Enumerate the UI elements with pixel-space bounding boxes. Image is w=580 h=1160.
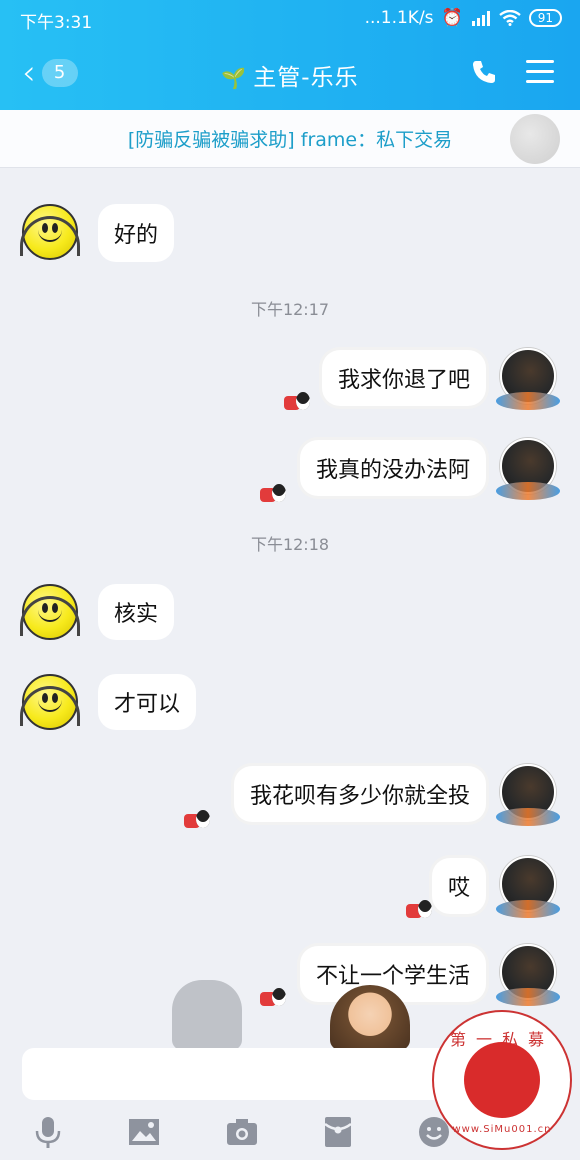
menu-icon[interactable] [526,60,554,84]
alarm-icon: ⏰ [441,8,463,28]
battery-icon: 91 [528,9,562,27]
user-avatar[interactable] [496,764,560,826]
qq-pet-icon [260,984,290,1010]
qq-pet-icon [184,806,214,832]
camera-icon[interactable] [224,1114,260,1150]
title-bar: ‹ 5 🌱 主管-乐乐 [0,50,580,96]
sprout-icon: 🌱 [221,66,248,90]
contact-avatar[interactable] [20,204,80,260]
watermark-url: www.SiMu001.cn [452,1124,552,1135]
status-bar: 下午3:31 ...1.1K/s ⏰ 91 [0,6,580,33]
message-bubble[interactable]: 才可以 [98,674,197,730]
user-avatar[interactable] [496,944,560,1006]
message-input[interactable] [22,1048,482,1100]
message-bubble[interactable]: 我真的没办法阿 [299,440,486,496]
group-notice-banner[interactable]: [防骗反骗被骗求助] frame：私下交易 [0,110,580,168]
qq-pet-icon [260,480,290,506]
red-packet-icon[interactable] [320,1114,356,1150]
timestamp: 下午12:17 [250,300,330,319]
chat-title-text: 主管-乐乐 [253,65,359,91]
contact-avatar[interactable] [20,674,80,730]
chat-header: 下午3:31 ...1.1K/s ⏰ 91 ‹ 5 🌱 主管-乐乐 [0,0,580,110]
message-bubble[interactable]: 我求你退了吧 [321,350,486,406]
signal-icon [471,11,490,26]
microphone-icon[interactable] [30,1114,66,1150]
status-indicators: ...1.1K/s ⏰ 91 [365,8,562,28]
user-avatar[interactable] [496,348,560,410]
contact-avatar[interactable] [20,584,80,640]
timestamp: 下午12:18 [250,535,330,554]
phone-icon[interactable] [470,58,498,86]
watermark-logo: 第一私募 www.SiMu001.cn [432,1010,572,1150]
sticker-figure [172,980,242,1050]
message-bubble[interactable]: 哎 [431,858,486,914]
message-bubble[interactable]: 我花呗有多少你就全投 [233,766,486,822]
wifi-icon [498,10,521,26]
qq-pet-icon [284,388,314,414]
message-bubble[interactable]: 核实 [98,584,175,640]
banner-text: [防骗反骗被骗求助] frame：私下交易 [127,129,453,151]
qq-pet-icon [406,896,436,922]
status-time: 下午3:31 [20,13,93,33]
watermark-emblem [464,1042,540,1118]
user-avatar[interactable] [496,856,560,918]
network-speed: ...1.1K/s [364,8,434,28]
message-bubble[interactable]: 好的 [98,204,175,262]
image-icon[interactable] [126,1114,162,1150]
banner-avatar [510,114,560,164]
user-avatar[interactable] [496,438,560,500]
